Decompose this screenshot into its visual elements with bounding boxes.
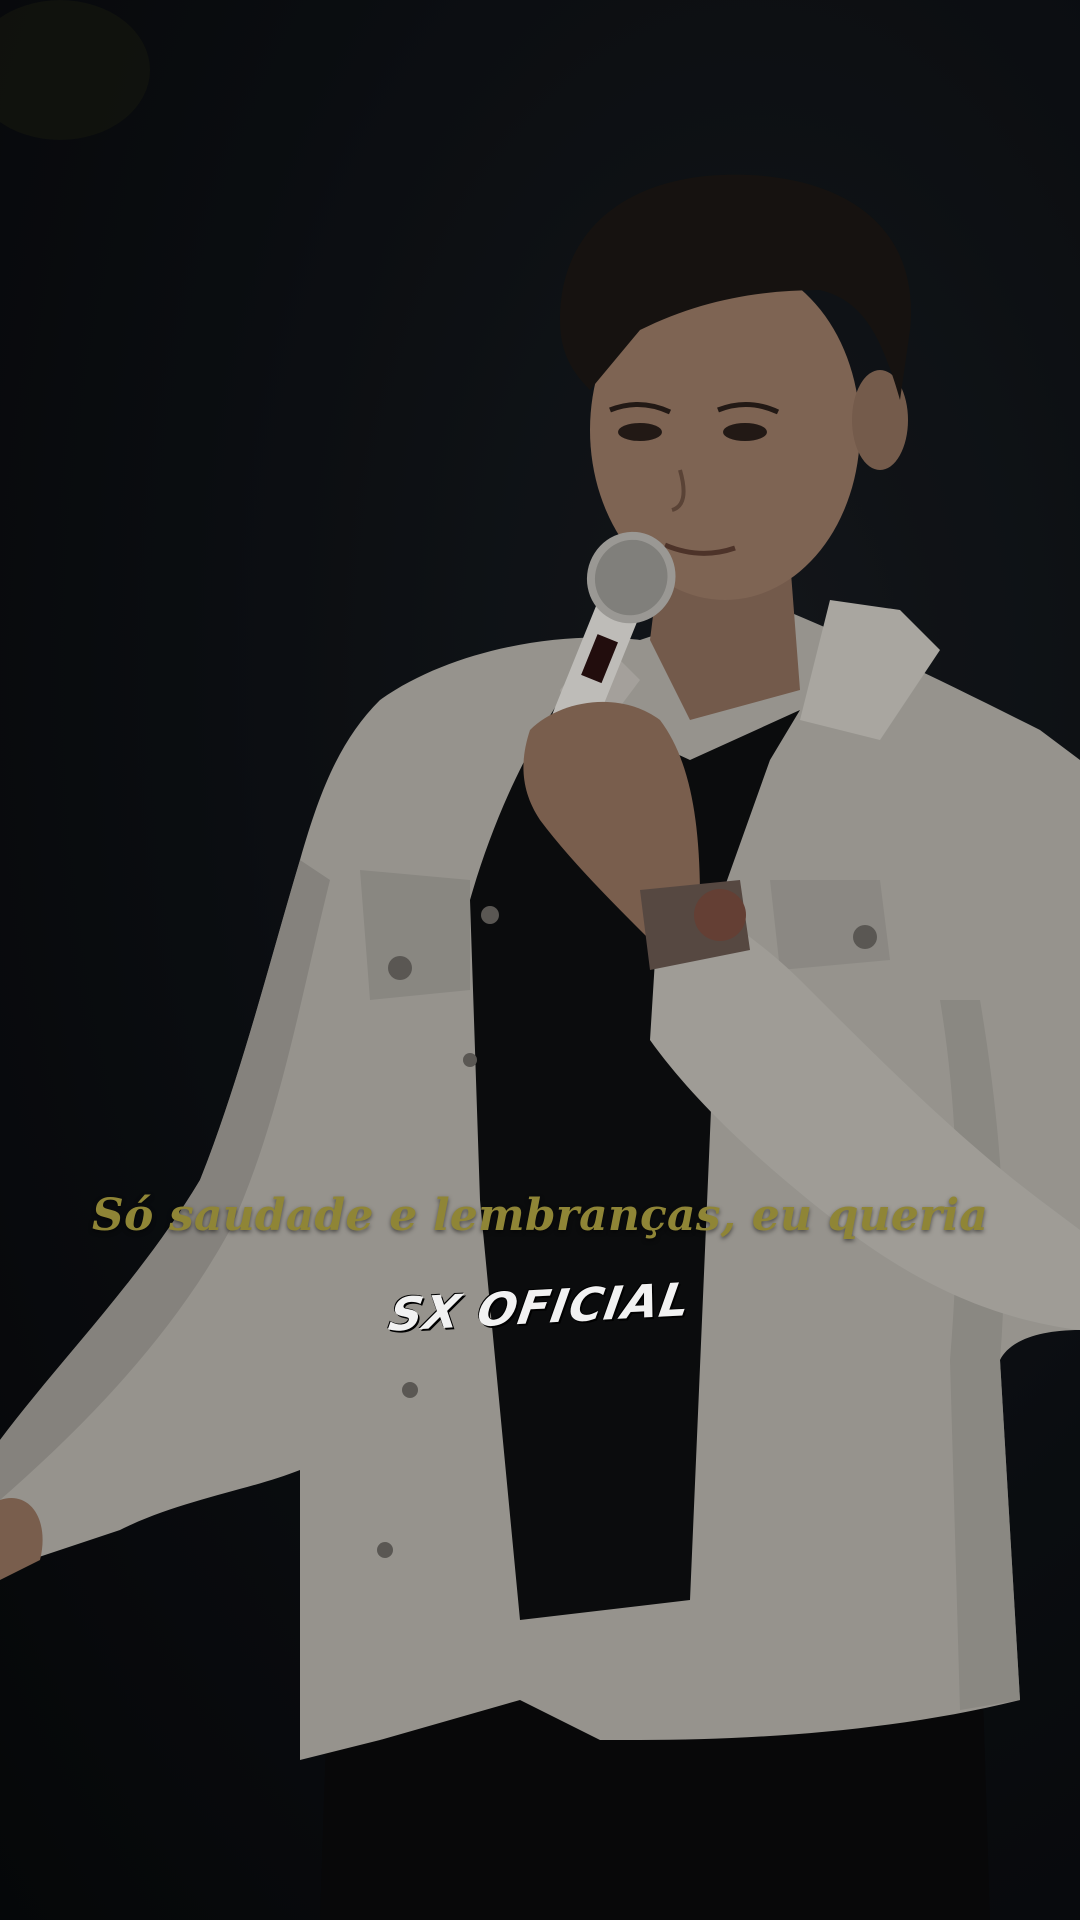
singer-photo [0,0,1080,1920]
lyric-caption: Só saudade e lembranças, eu queria [91,1190,989,1241]
video-frame[interactable]: Só saudade e lembranças, eu queria SX OF… [0,0,1080,1920]
